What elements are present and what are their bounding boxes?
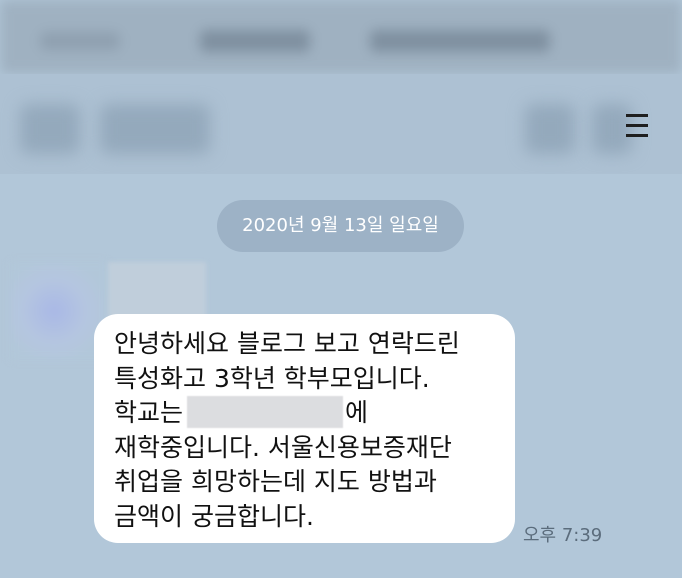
message-line: 금액이 궁금합니다. bbox=[114, 501, 314, 531]
message-text: 학교는 bbox=[114, 398, 184, 427]
message-line: 재학중입니다. 서울신용보증재단 bbox=[114, 432, 452, 462]
back-button-blurred[interactable] bbox=[20, 104, 80, 154]
message-line: 특성화고 3학년 학부모입니다. bbox=[114, 363, 430, 393]
message-bubble[interactable]: 안녕하세요 블로그 보고 연락드린 특성화고 3학년 학부모입니다. 학교는 에 … bbox=[94, 314, 515, 543]
search-icon-blurred[interactable] bbox=[525, 104, 575, 154]
redacted-school-name bbox=[187, 396, 344, 428]
message-line: 학교는 에 bbox=[114, 396, 515, 431]
date-separator: 2020년 9월 13일 일요일 bbox=[217, 200, 464, 252]
chat-header bbox=[0, 74, 682, 174]
sender-name-redacted bbox=[108, 262, 206, 318]
message-line: 안녕하세요 블로그 보고 연락드린 bbox=[114, 329, 460, 358]
status-bar-blurred bbox=[0, 0, 682, 74]
message-text: 에 bbox=[345, 398, 369, 427]
message-line: 취업을 희망하는데 지도 방법과 bbox=[114, 467, 437, 496]
chat-title-blurred bbox=[100, 104, 210, 154]
hamburger-menu-icon[interactable] bbox=[626, 110, 648, 140]
message-timestamp: 오후 7:39 bbox=[523, 525, 603, 546]
